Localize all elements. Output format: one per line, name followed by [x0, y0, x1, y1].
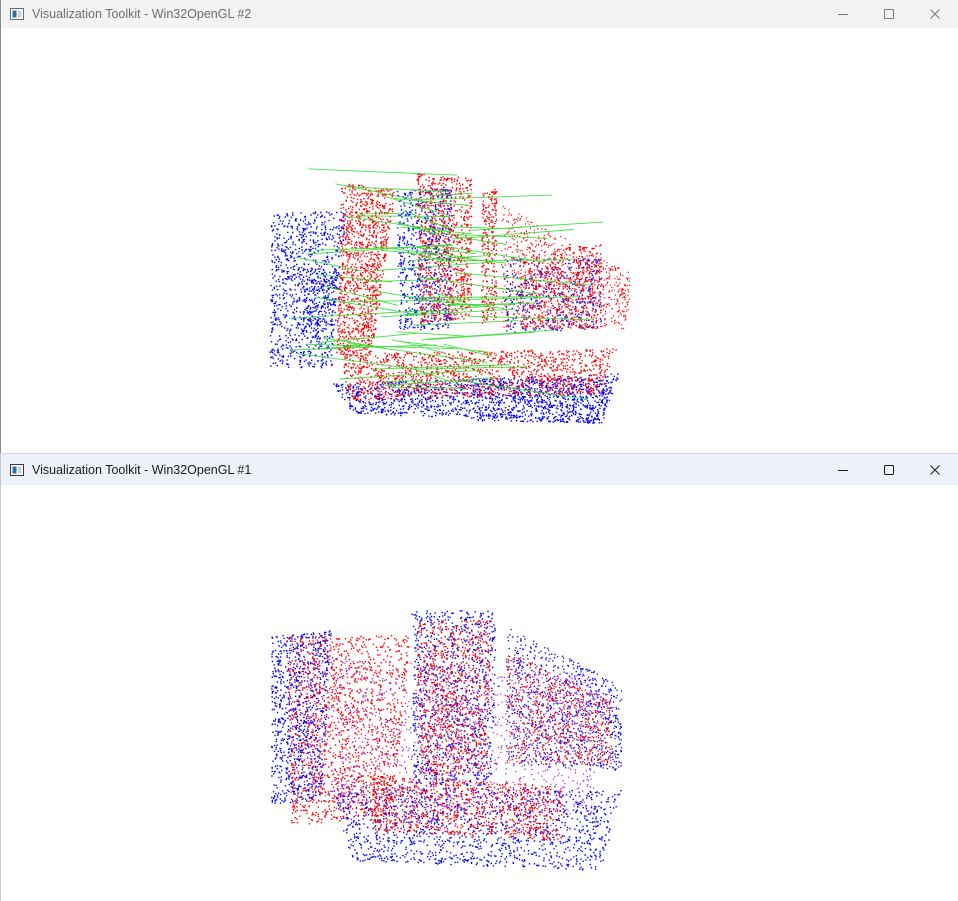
window-2-controls — [820, 0, 958, 28]
window-2-title: Visualization Toolkit - Win32OpenGL #2 — [32, 7, 252, 21]
vtk-window-icon — [10, 463, 24, 477]
vtk-window-2[interactable]: Visualization Toolkit - Win32OpenGL #2 — [0, 0, 958, 455]
vtk-window-icon — [10, 7, 24, 21]
close-icon — [930, 464, 940, 475]
minimize-icon — [838, 469, 848, 471]
minimize-button[interactable] — [820, 0, 866, 28]
window-1-title: Visualization Toolkit - Win32OpenGL #1 — [32, 462, 252, 477]
close-button[interactable] — [912, 0, 958, 28]
maximize-button[interactable] — [866, 454, 912, 485]
vtk-window-1[interactable]: Visualization Toolkit - Win32OpenGL #1 — [0, 453, 958, 901]
render-viewport-1[interactable] — [1, 485, 958, 901]
window-1-controls — [820, 454, 958, 485]
maximize-button[interactable] — [866, 0, 912, 28]
close-icon — [930, 9, 940, 19]
minimize-icon — [838, 14, 848, 15]
minimize-button[interactable] — [820, 454, 866, 485]
close-button[interactable] — [912, 454, 958, 485]
point-cloud-render — [269, 168, 631, 424]
maximize-icon — [884, 464, 894, 475]
render-viewport-2[interactable] — [1, 28, 958, 455]
window-1-titlebar[interactable]: Visualization Toolkit - Win32OpenGL #1 — [1, 454, 958, 485]
maximize-icon — [884, 9, 894, 19]
window-2-titlebar[interactable]: Visualization Toolkit - Win32OpenGL #2 — [1, 0, 958, 28]
point-cloud-render — [271, 610, 623, 871]
